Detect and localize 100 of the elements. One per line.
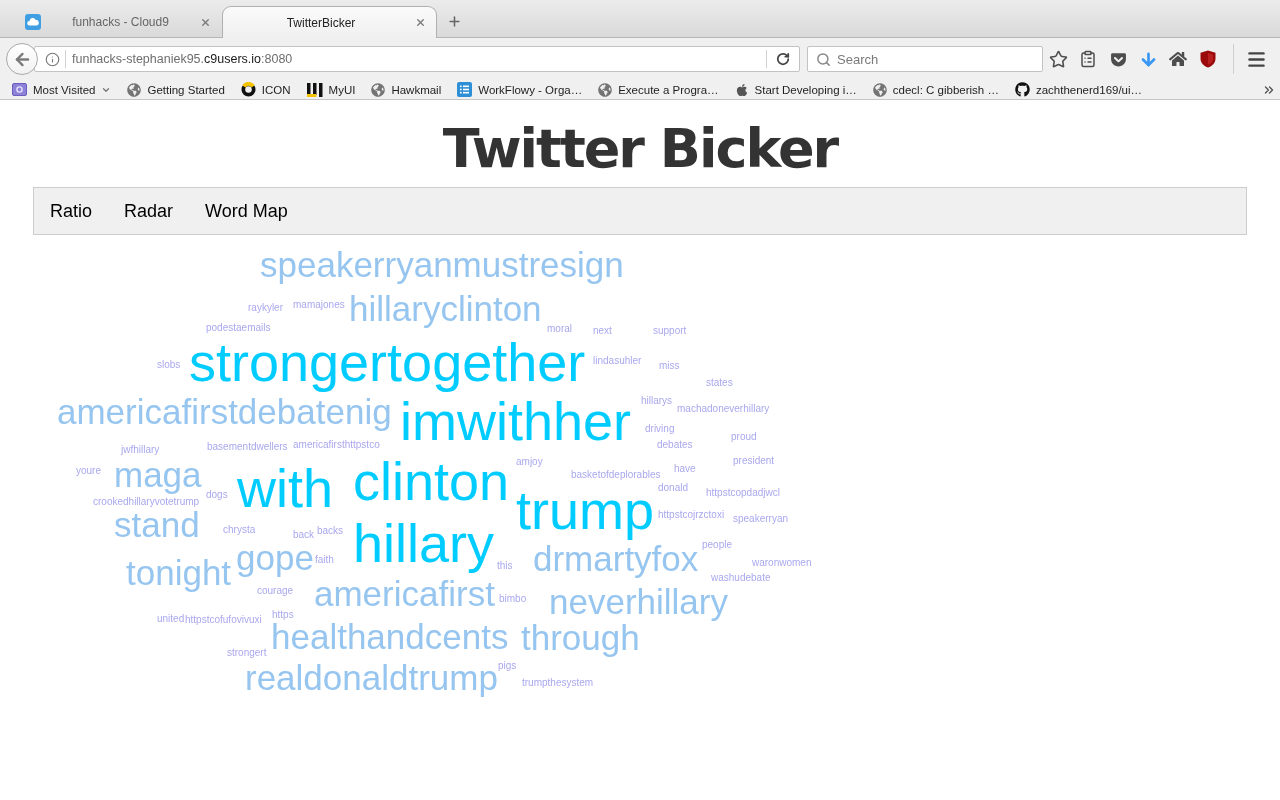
cloud-word: people — [702, 539, 733, 550]
nav-link[interactable]: Ratio — [34, 188, 109, 234]
list-icon — [457, 82, 473, 97]
globe-icon — [598, 82, 613, 97]
cloud-word: support — [653, 325, 687, 336]
bookmark-link[interactable]: Most Visited — [12, 80, 112, 99]
search-icon — [816, 51, 831, 67]
cloud-word: proud — [731, 431, 757, 442]
cloud-word: neverhillary — [549, 582, 728, 621]
cloud-word: miss — [659, 360, 680, 371]
cloud-word: next — [593, 325, 612, 336]
cloud-word: amjoy — [516, 456, 543, 467]
cloud-word: httpstcopdadjwcl — [706, 487, 780, 498]
cloud-word: tonight — [126, 553, 232, 592]
bookmark-link[interactable]: Start Developing i… — [734, 80, 857, 99]
cloud-word: debates — [657, 439, 693, 450]
cloud-word: americafirst — [314, 574, 495, 613]
bookmark-link[interactable]: Hawkmail — [371, 80, 442, 99]
nav-link[interactable]: Radar — [108, 188, 190, 234]
cloud-word: gope — [236, 538, 314, 577]
cloud-word: president — [733, 455, 775, 466]
cloud-word: hillary — [353, 513, 495, 573]
nav-link[interactable]: Word Map — [189, 188, 304, 234]
page-title: Twitter Bicker — [442, 117, 838, 181]
cloud-word: basketofdeplorables — [571, 469, 661, 480]
apple-icon — [734, 82, 749, 97]
globe-icon — [872, 82, 887, 97]
cloud-word: clinton — [353, 451, 510, 511]
cloud-word: slobs — [157, 359, 181, 370]
browser-tab[interactable]: funhacks - Cloud9 — [12, 6, 222, 37]
bookmark-link[interactable]: ICON — [240, 80, 291, 99]
plus-icon[interactable] — [447, 14, 462, 29]
cloud-word: united — [157, 613, 185, 624]
cloud-word: through — [521, 618, 640, 657]
cloud-icon — [25, 14, 41, 30]
shield-icon[interactable] — [1200, 50, 1216, 68]
chevrons-right-icon[interactable] — [1262, 83, 1276, 97]
cloud-word: moral — [547, 323, 572, 334]
close-icon[interactable] — [415, 17, 426, 28]
cloud-word: donald — [658, 482, 689, 493]
cloud-word: raykyler — [248, 302, 283, 313]
cloud-word: trump — [516, 480, 655, 540]
address-field[interactable]: funhacks-stephaniek95.c9users.io:8080 — [34, 46, 800, 72]
cloud-word: podestaemails — [206, 322, 271, 333]
bookmark-link[interactable]: zachthenerd169/ui… — [1014, 80, 1143, 99]
bookmark-link[interactable]: Execute a Progra… — [598, 80, 719, 99]
cloud-word: strongert — [227, 647, 267, 658]
globe-icon — [371, 82, 386, 97]
bars-icon — [306, 82, 323, 97]
close-icon[interactable] — [200, 16, 211, 28]
cloud-word: realdonaldtrump — [245, 658, 498, 697]
bookmark-link[interactable]: WorkFlowy - Orga… — [457, 80, 583, 99]
cloud-word: with — [237, 458, 334, 518]
cloud-word: strongertogether — [189, 332, 586, 392]
cloud-word: maga — [114, 455, 202, 494]
clipboard-list-icon[interactable] — [1079, 50, 1097, 68]
cloud-word: basementdwellers — [207, 441, 288, 452]
bookmark-link[interactable]: Getting Started — [127, 80, 225, 99]
back-button[interactable] — [6, 43, 38, 75]
cloud-word: lindasuhler — [593, 355, 642, 366]
cloud-word: americafirstdebatenig — [57, 392, 392, 431]
bookmark-link[interactable]: cdecl: C gibberish … — [872, 80, 999, 99]
cloud-word: washudebate — [711, 572, 771, 583]
cloud-word: waronwomen — [752, 557, 812, 568]
cloud-word: jwfhillary — [121, 444, 160, 455]
cloud-word: speakerryan — [733, 513, 789, 524]
cloud-word: this — [497, 560, 513, 571]
cloud-word: pigs — [498, 660, 517, 671]
cloud-word: back — [293, 529, 315, 540]
star-icon[interactable] — [1048, 49, 1068, 69]
reload-icon[interactable] — [776, 52, 790, 66]
cloud-word: americafirsthttpstco — [293, 439, 380, 450]
cloud-word: imwithher — [400, 391, 632, 451]
cloud-word: httpstcofufovivuxi — [185, 614, 262, 625]
cloud-word: drmartyfox — [533, 539, 699, 578]
cloud-word: trumpthesystem — [522, 677, 594, 688]
cloud-word: mamajones — [293, 299, 345, 310]
info-icon[interactable] — [45, 51, 60, 67]
pocket-icon[interactable] — [1109, 50, 1127, 68]
folder-icon — [12, 83, 27, 96]
cloud-word: httpstcojrzctoxi — [658, 509, 725, 520]
cloud-word: hillarys — [641, 395, 673, 406]
cloud-word: bimbo — [499, 593, 527, 604]
cloud-word: have — [674, 463, 696, 474]
cat-logo-icon — [1014, 82, 1030, 97]
cloud-word: states — [706, 377, 733, 388]
home-icon[interactable] — [1169, 50, 1187, 68]
cloud-word: chrysta — [223, 524, 256, 535]
browser-tab[interactable]: TwitterBicker — [222, 6, 437, 38]
search-field[interactable]: Search — [807, 46, 1043, 72]
cloud-word: backs — [317, 525, 344, 536]
cloud-word: youre — [76, 465, 101, 476]
cloud-word: dogs — [206, 489, 228, 500]
cloud-word: hillaryclinton — [349, 289, 542, 328]
cloud-word: faith — [315, 554, 334, 565]
cloud-word: driving — [645, 423, 675, 434]
bookmark-link[interactable]: MyUI — [306, 80, 356, 99]
cloud-word: courage — [257, 585, 294, 596]
cloud-word: speakerryanmustresign — [260, 245, 624, 284]
ring-icon — [240, 82, 256, 97]
